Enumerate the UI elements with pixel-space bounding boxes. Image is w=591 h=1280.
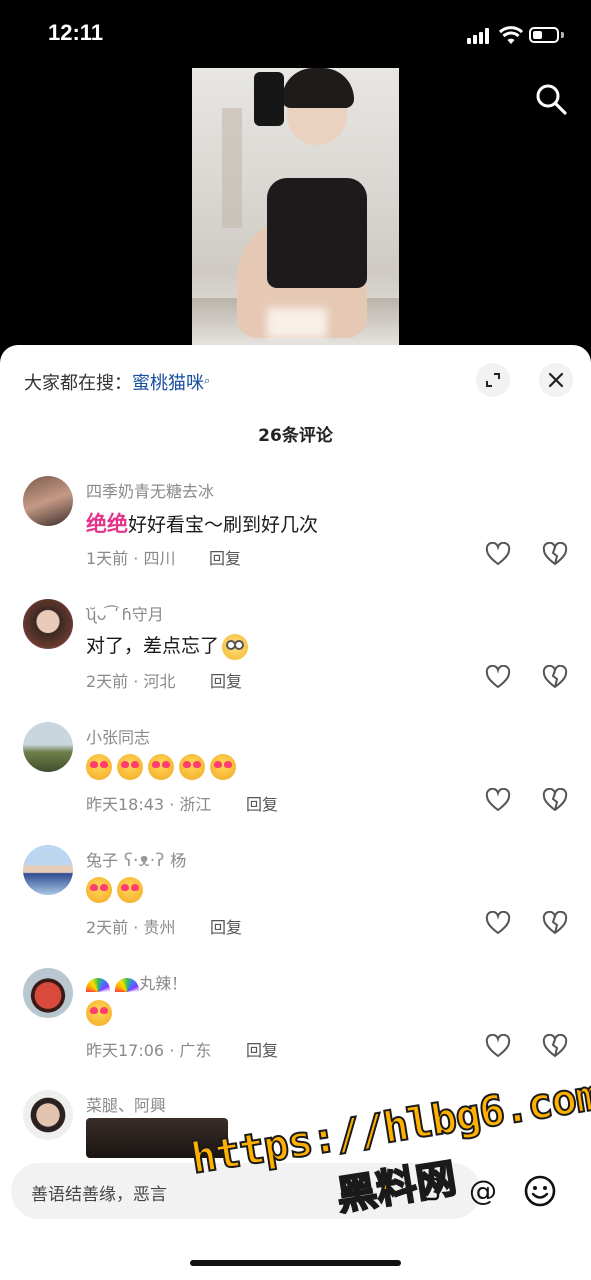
close-button[interactable] [539,363,573,397]
comments-sheet: 大家都在搜：蜜桃猫咪⌕ 26条评论 四季奶青无糖去冰 绝绝好好看宝～刷到好几次 … [0,345,591,1280]
comment-meta: 1天前 · 四川 [86,549,176,568]
comment-item: 兔子 ʕ·ᴥ·ʔ 杨 2天前 · 贵州 回复 [0,845,591,955]
wifi-icon [499,26,523,44]
heart-eyes-emoji [210,754,236,780]
battery-icon [529,27,559,43]
reply-button[interactable]: 回复 [210,668,242,692]
author-prefix: 兔子 [86,851,119,870]
battery-cap [561,32,564,38]
smiling-hearts-emoji [86,1000,112,1026]
hot-search-keyword[interactable]: 蜜桃猫咪 [132,373,204,394]
comment-author[interactable]: ʯ̆ᴗ ͡ ̕ ɦ守月 [86,601,164,625]
comment-text: 绝绝好好看宝～刷到好几次 [86,508,318,538]
broken-heart-icon[interactable] [542,788,568,812]
author-suffix: 丸辣！ [139,974,188,993]
broken-heart-icon[interactable] [542,1034,568,1058]
reply-button[interactable]: 回复 [246,791,278,815]
search-small-icon: ⌕ [204,374,211,387]
expand-button[interactable] [476,363,510,397]
avatar[interactable] [23,722,73,772]
expand-icon [486,373,500,387]
heart-icon[interactable] [485,1034,511,1058]
reply-button[interactable]: 回复 [210,914,242,938]
comment-item: 四季奶青无糖去冰 绝绝好好看宝～刷到好几次 1天前 · 四川 回复 [0,476,591,586]
close-icon [548,372,564,388]
status-time: 12:11 [48,20,104,45]
rabbit-icon: ʕ·ᴥ·ʔ [118,850,171,871]
comment-body: 好好看宝～刷到好几次 [128,514,319,536]
comment-input[interactable]: 善语结善缘，恶言 [11,1163,481,1219]
reply-button[interactable]: 回复 [246,1037,278,1061]
comment-item: 丸辣！ 昨天17:06 · 广东 回复 [0,968,591,1078]
avatar[interactable] [23,1090,73,1140]
rainbow-icon [115,977,140,992]
comment-meta: 2天前 · 河北 [86,672,176,691]
avatar[interactable] [23,476,73,526]
heart-eyes-emoji [148,754,174,780]
broken-heart-icon[interactable] [542,542,568,566]
comment-text: 对了，差点忘了 [86,631,253,660]
heart-icon[interactable] [485,788,511,812]
comment-body: 对了，差点忘了 [86,635,220,657]
search-icon[interactable] [534,82,568,116]
author-suffix: 杨 [170,851,187,870]
avatar[interactable] [23,845,73,895]
broken-heart-icon[interactable] [542,665,568,689]
comment-item: 小张同志 昨天18:43 · 浙江 回复 [0,722,591,832]
comment-meta: 昨天17:06 · 广东 [86,1041,212,1060]
comment-author[interactable]: 兔子 ʕ·ᴥ·ʔ 杨 [86,847,186,871]
broken-heart-icon[interactable] [542,911,568,935]
heart-icon[interactable] [485,911,511,935]
image-icon[interactable] [420,1175,440,1203]
signal-icon [467,28,491,44]
video-preview[interactable] [192,68,399,358]
comment-emojis [86,877,148,903]
heart-icon[interactable] [485,665,511,689]
status-bar: 12:11 [0,0,591,70]
comment-author[interactable]: 小张同志 [86,724,150,748]
avatar[interactable] [23,968,73,1018]
hot-search-prefix: 大家都在搜： [24,373,132,394]
rainbow-icon [86,977,110,992]
comment-count: 26条评论 [258,426,333,446]
emoji-icon[interactable] [522,1173,558,1209]
heart-icon[interactable] [485,542,511,566]
hot-search[interactable]: 大家都在搜：蜜桃猫咪⌕ [24,369,210,395]
comment-image[interactable] [86,1118,228,1158]
comment-meta: 2天前 · 贵州 [86,918,176,937]
heart-eyes-emoji [117,877,143,903]
heart-eyes-emoji [117,754,143,780]
heart-eyes-emoji [179,754,205,780]
comment-author[interactable]: 菜腿、阿興 [86,1092,166,1116]
heart-eyes-emoji [86,877,112,903]
comment-author[interactable]: 丸辣！ [86,970,187,994]
avatar[interactable] [23,599,73,649]
heart-eyes-emoji [86,754,112,780]
home-indicator [190,1260,401,1266]
comment-emojis [86,754,241,780]
comment-emojis [86,1000,117,1026]
flushed-emoji [222,633,249,660]
mention-button[interactable]: @ [465,1173,501,1209]
reply-button[interactable]: 回复 [209,545,241,569]
comment-input-placeholder: 善语结善缘，恶言 [31,1185,167,1205]
comment-item: ʯ̆ᴗ ͡ ̕ ɦ守月 对了，差点忘了 2天前 · 河北 回复 [0,599,591,709]
comment-highlight: 绝绝 [86,512,128,536]
comment-meta: 昨天18:43 · 浙江 [86,795,212,814]
comment-author[interactable]: 四季奶青无糖去冰 [86,478,214,502]
